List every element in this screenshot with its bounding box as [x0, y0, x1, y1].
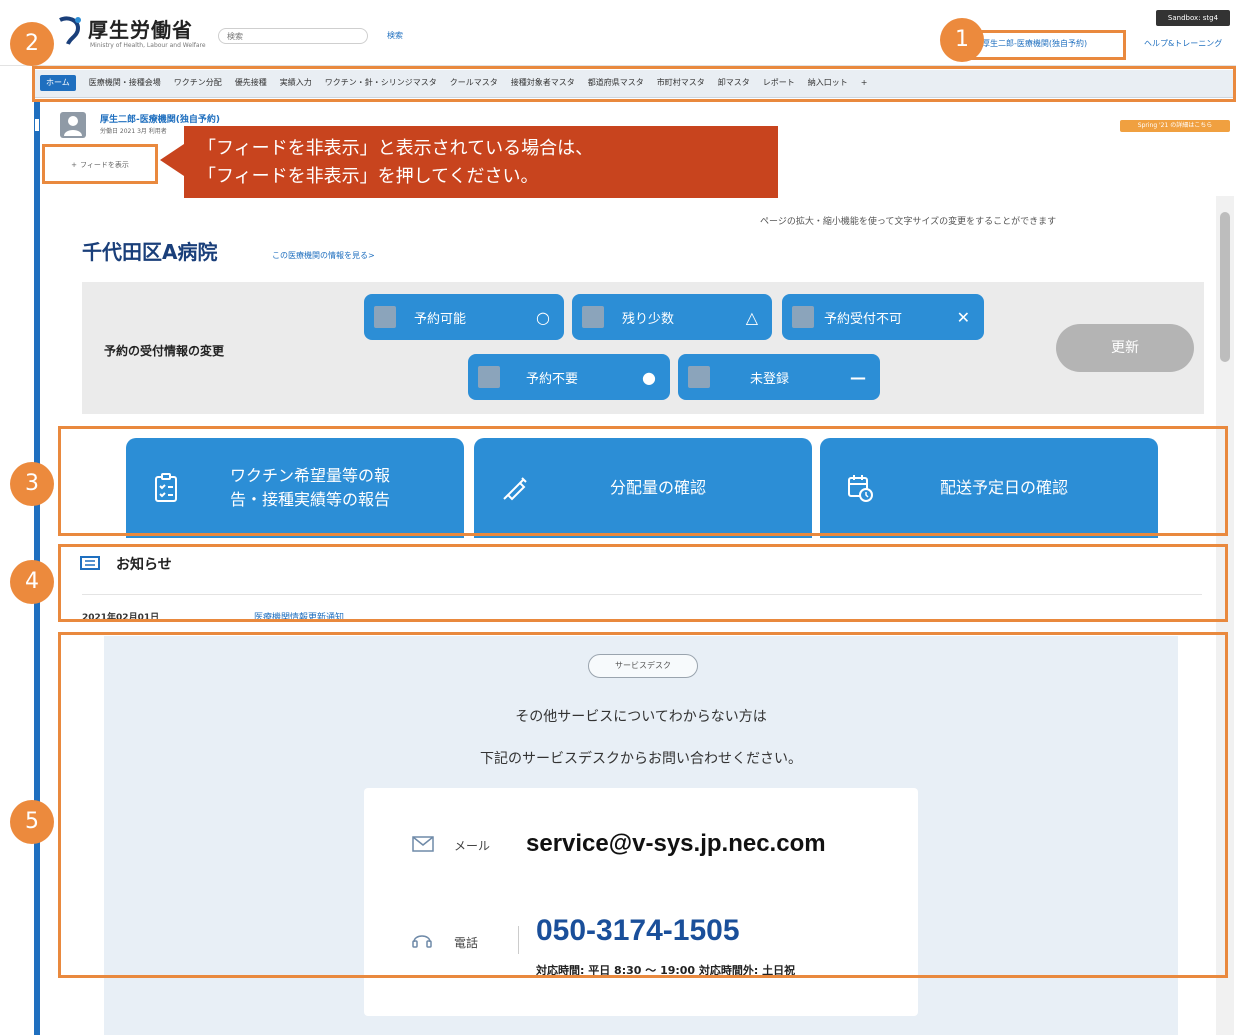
person-icon [64, 116, 82, 136]
zoom-note: ページの拡大・縮小機能を使って文字サイズの変更をすることができます [760, 217, 1057, 227]
ministry-logo-icon[interactable] [56, 14, 86, 50]
triangle-icon: △ [745, 307, 758, 327]
status-unregistered-button[interactable]: 未登録 — [678, 354, 880, 400]
feed-highlight-box [42, 144, 158, 184]
sandbox-badge: Sandbox: stg4 [1156, 10, 1230, 26]
status-available-button[interactable]: 予約可能 ○ [364, 294, 564, 340]
annotation-number-5: 5 [10, 800, 54, 844]
record-title[interactable]: 厚生二郎-医療機関(独自予約) [100, 112, 220, 125]
status-few-left-button[interactable]: 残り少数 △ [572, 294, 772, 340]
hospital-info-link[interactable]: この医療機関の情報を見る> [272, 250, 375, 261]
status-unavailable-label: 予約受付不可 [824, 311, 903, 327]
release-notice-pill[interactable]: Spring '21 の詳細はこちら [1120, 120, 1230, 132]
cross-icon: ✕ [956, 307, 970, 327]
annotation-number-4: 4 [10, 560, 54, 604]
callout-line-1: 「フィードを非表示」と表示されている場合は、 [198, 138, 594, 159]
help-training-link[interactable]: ヘルプ&トレーニング [1144, 38, 1222, 49]
status-change-label: 予約の受付情報の変更 [104, 344, 225, 358]
annotation-box-3 [58, 426, 1228, 536]
status-unavailable-button[interactable]: 予約受付不可 ✕ [782, 294, 984, 340]
logo-title: 厚生労働省 [88, 18, 193, 42]
filled-circle-icon: ● [642, 367, 656, 387]
logo-subtitle: Ministry of Health, Labour and Welfare [90, 42, 206, 49]
status-not-required-label: 予約不要 [526, 371, 579, 387]
annotation-number-2: 2 [10, 22, 54, 66]
annotation-box-5 [58, 632, 1228, 978]
callout-line-2: 「フィードを非表示」を押してください。 [198, 166, 539, 187]
status-checkbox [792, 306, 814, 328]
annotation-number-1: 1 [940, 18, 984, 62]
status-checkbox [374, 306, 396, 328]
status-few-left-label: 残り少数 [622, 311, 675, 327]
scrollbar-thumb[interactable] [1220, 212, 1230, 362]
dash-icon: — [850, 367, 866, 387]
search-button[interactable]: 検索 [370, 28, 420, 44]
instruction-callout: 「フィードを非表示」と表示されている場合は、 「フィードを非表示」を押してくださ… [184, 126, 778, 198]
annotation-number-3: 3 [10, 462, 54, 506]
user-avatar [60, 112, 86, 138]
annotation-box-4 [58, 544, 1228, 622]
callout-arrow [160, 144, 184, 176]
status-not-required-button[interactable]: 予約不要 ● [468, 354, 670, 400]
rail-handle[interactable] [34, 118, 40, 132]
status-unregistered-label: 未登録 [750, 371, 790, 387]
status-available-label: 予約可能 [414, 311, 467, 327]
record-subtitle: 労働日 2021 3月 利用者 [100, 128, 167, 135]
circle-icon: ○ [536, 307, 550, 327]
reservation-status-panel: 予約の受付情報の変更 予約可能 ○ 残り少数 △ 予約受付不可 ✕ 予約不要 ●… [82, 282, 1204, 414]
hospital-name: 千代田区A病院 [82, 240, 218, 264]
global-search-input[interactable] [218, 28, 368, 44]
annotation-box-1 [970, 30, 1126, 60]
update-button[interactable]: 更新 [1056, 324, 1194, 372]
annotation-box-2 [32, 66, 1236, 102]
status-checkbox [582, 306, 604, 328]
status-checkbox [688, 366, 710, 388]
status-checkbox [478, 366, 500, 388]
